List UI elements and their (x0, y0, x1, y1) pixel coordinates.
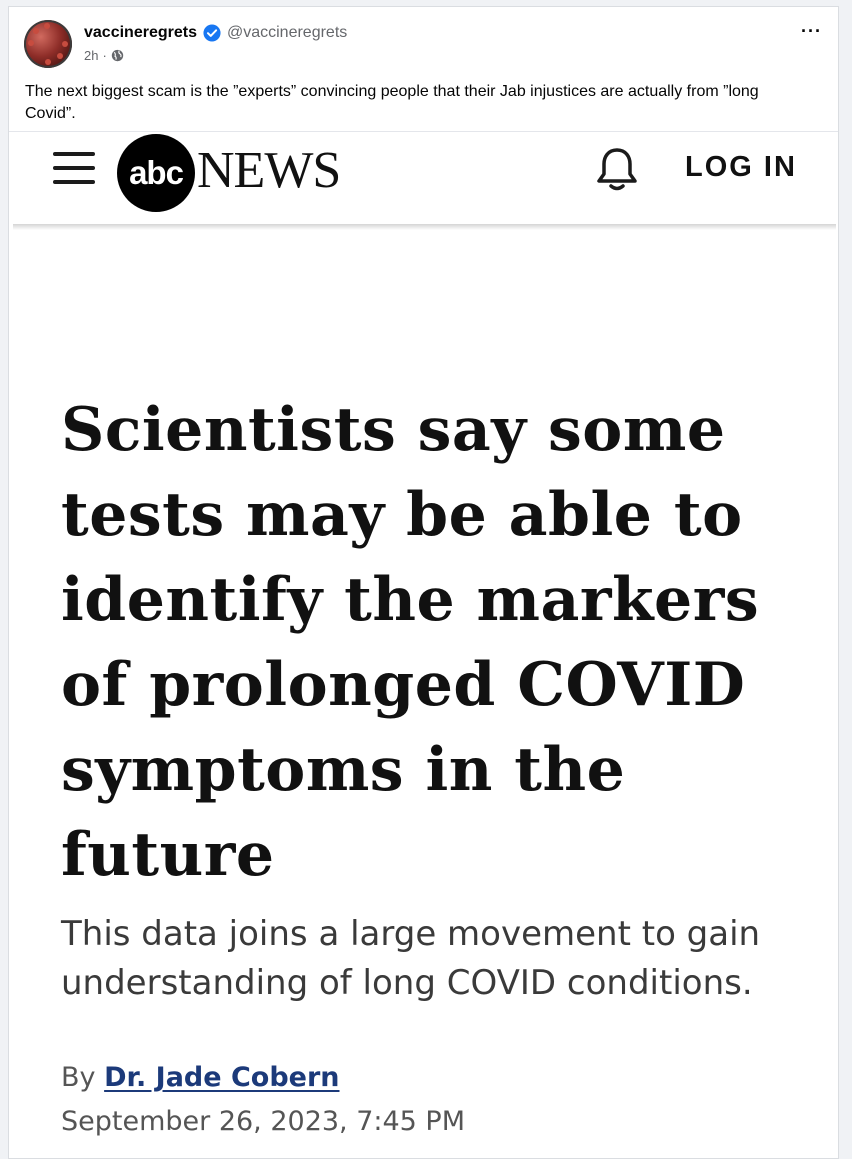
abc-news-wordmark: NEWS (197, 142, 341, 199)
post-timestamp[interactable]: 2h (84, 48, 98, 63)
post-text: The next biggest scam is the ”experts” c… (25, 83, 759, 122)
article-header: abc NEWS LOG IN (9, 132, 838, 224)
author-handle[interactable]: @vaccineregrets (227, 24, 347, 42)
byline-prefix: By (61, 1062, 96, 1093)
article-subheadline: This data joins a large movement to gain… (61, 914, 761, 1003)
meta-separator: · (102, 48, 107, 63)
verified-badge-icon (203, 24, 221, 42)
author-link: Dr. Jade Cobern (104, 1062, 340, 1093)
hamburger-menu-icon (53, 152, 95, 186)
post-author: vaccineregrets @vaccineregrets (84, 24, 347, 42)
post-meta: 2h · (84, 48, 124, 63)
avatar[interactable] (24, 20, 72, 68)
globe-icon (111, 49, 123, 62)
post-image[interactable]: abc NEWS LOG IN Scientists say some test… (9, 131, 838, 1158)
login-label: LOG IN (685, 151, 797, 183)
bell-icon (597, 148, 637, 191)
article-byline: By Dr. Jade Cobern (61, 1062, 340, 1093)
abc-logo: abc (117, 134, 195, 212)
article-date: September 26, 2023, 7:45 PM (61, 1106, 466, 1137)
more-options-button[interactable]: ··· (801, 21, 822, 42)
article-headline: Scientists say some tests may be able to… (61, 395, 760, 890)
post-card: vaccineregrets @vaccineregrets 2h · ··· … (8, 6, 839, 1159)
header-divider (13, 224, 836, 230)
author-name[interactable]: vaccineregrets (84, 24, 197, 42)
